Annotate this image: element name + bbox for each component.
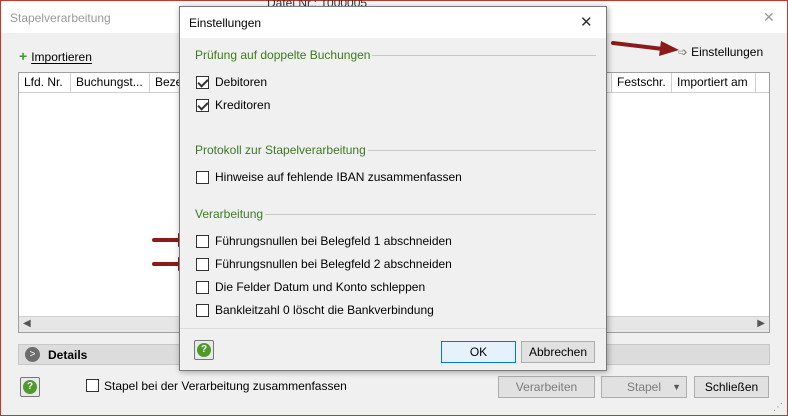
chevron-down-icon[interactable]: ▼: [672, 377, 681, 397]
checkbox-kreditoren[interactable]: [196, 99, 209, 112]
checkbox-iban-hints[interactable]: [196, 171, 209, 184]
stapel-button[interactable]: Stapel ▼: [601, 376, 687, 398]
column-header-importiert-am[interactable]: Importiert am: [672, 73, 756, 93]
scroll-left-icon[interactable]: ◀: [23, 318, 31, 329]
annotation-arrow-icon: [611, 41, 679, 56]
chevron-right-icon[interactable]: >: [25, 347, 40, 362]
combine-batch-label: Stapel bei der Verarbeitung zusammenfass…: [104, 379, 347, 393]
column-header-festschreibung[interactable]: Festschr.: [611, 73, 672, 93]
close-icon[interactable]: ✕: [580, 13, 593, 31]
settings-label: Einstellungen: [691, 45, 764, 59]
import-label: Importieren: [31, 50, 92, 64]
label-debitoren: Debitoren: [215, 75, 268, 89]
ok-button[interactable]: OK: [441, 341, 516, 363]
resize-grip-icon[interactable]: ⋰: [773, 402, 783, 413]
checkbox-belegfeld1-zeros[interactable]: [196, 235, 209, 248]
column-header-lfd-nr[interactable]: Lfd. Nr.: [19, 73, 71, 93]
cancel-button[interactable]: Abbrechen: [521, 341, 595, 363]
settings-button[interactable]: ➩ Einstellungen: [678, 45, 763, 59]
help-icon: ?: [23, 380, 37, 394]
dialog-footer: ? OK Abbrechen: [180, 328, 606, 370]
group-title-processing: Verarbeitung: [193, 207, 266, 221]
dialog-title: Einstellungen: [189, 16, 262, 30]
close-icon[interactable]: ✕: [763, 9, 775, 26]
label-belegfeld1-zeros: Führungsnullen bei Belegfeld 1 abschneid…: [215, 234, 452, 248]
details-label: Details: [48, 348, 88, 362]
process-button[interactable]: Verarbeiten: [498, 376, 595, 398]
import-button[interactable]: + Importieren: [19, 48, 92, 64]
checkbox-belegfeld2-zeros[interactable]: [196, 258, 209, 271]
label-iban-hints: Hinweise auf fehlende IBAN zusammenfasse…: [215, 170, 462, 184]
close-button[interactable]: Schließen: [694, 376, 769, 398]
label-kreditoren: Kreditoren: [215, 98, 271, 112]
settings-dialog: Einstellungen ✕ Prüfung auf doppelte Buc…: [179, 6, 607, 371]
combine-batch-checkbox[interactable]: [86, 379, 99, 392]
label-bankcode-zero: Bankleitzahl 0 löscht die Bankverbindung: [215, 303, 434, 317]
checkbox-debitoren[interactable]: [196, 76, 209, 89]
plus-icon: +: [19, 48, 28, 64]
group-title-protocol: Protokoll zur Stapelverarbeitung: [193, 143, 368, 157]
dialog-body: Prüfung auf doppelte Buchungen Debitoren…: [180, 38, 606, 328]
group-title-duplicate-check: Prüfung auf doppelte Buchungen: [193, 48, 373, 62]
stapel-label: Stapel: [626, 380, 662, 394]
checkbox-drag-date-account[interactable]: [196, 281, 209, 294]
window-title: Stapelverarbeitung: [10, 11, 111, 25]
column-header-buchungstext[interactable]: Buchungst...: [71, 73, 150, 93]
scroll-right-icon[interactable]: ▶: [757, 318, 765, 329]
label-belegfeld2-zeros: Führungsnullen bei Belegfeld 2 abschneid…: [215, 257, 452, 271]
help-button[interactable]: ?: [194, 340, 214, 360]
checkbox-bankcode-zero[interactable]: [196, 304, 209, 317]
help-icon: ?: [197, 343, 211, 357]
arrow-right-icon: ➩: [678, 45, 689, 59]
help-button[interactable]: ?: [20, 377, 40, 397]
label-drag-date-account: Die Felder Datum und Konto schleppen: [215, 280, 426, 294]
